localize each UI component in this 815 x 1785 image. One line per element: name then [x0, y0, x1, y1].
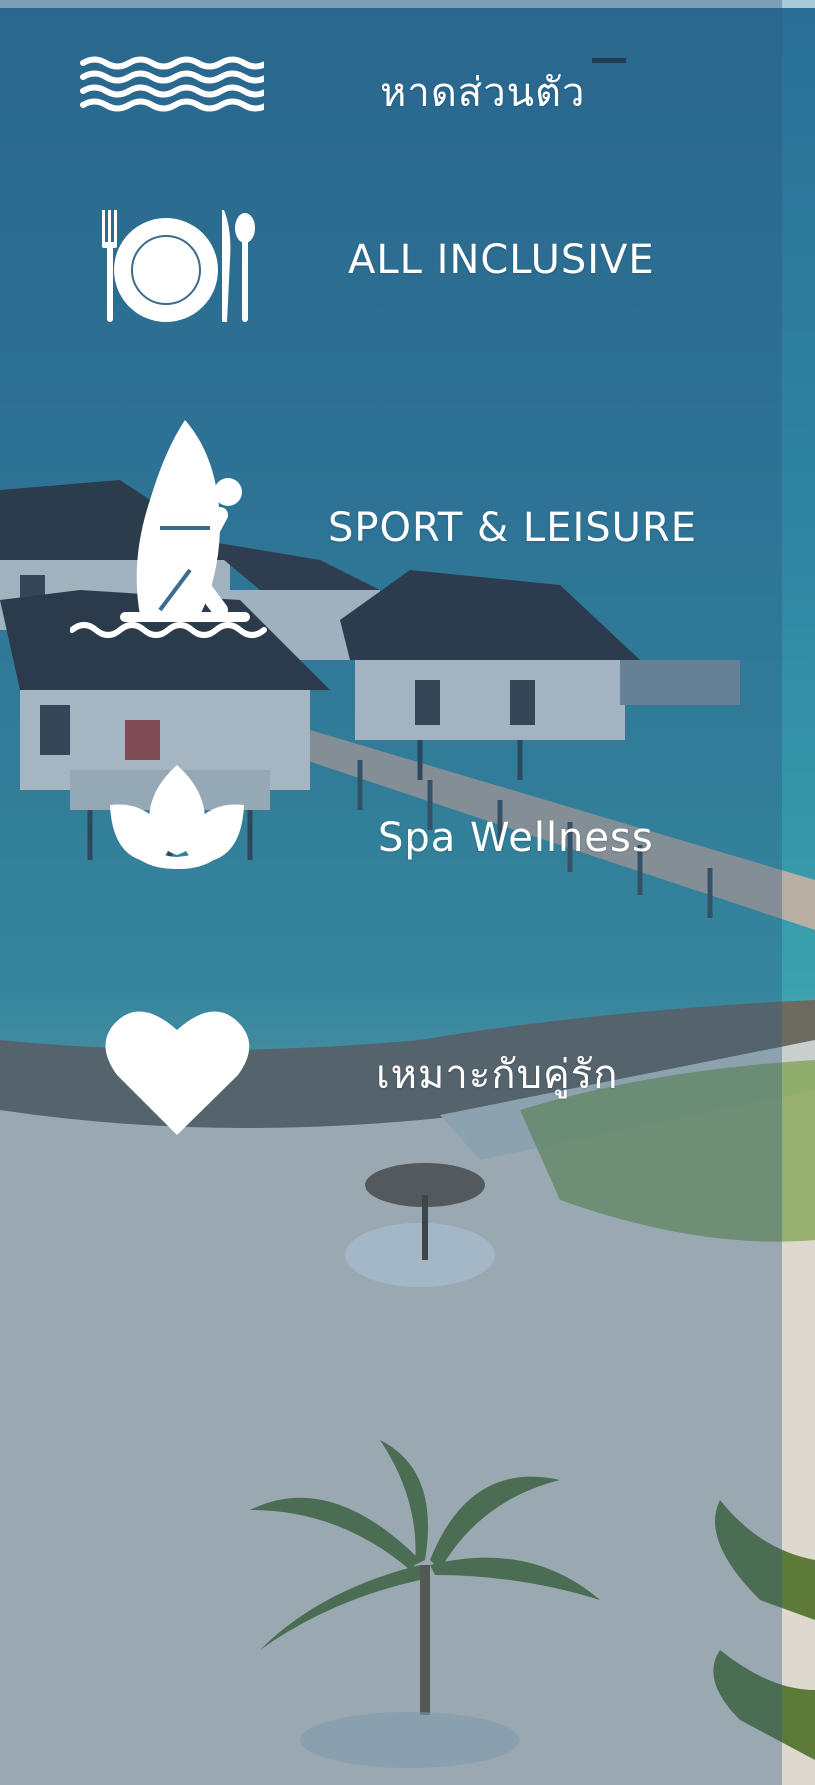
feature-label: Spa Wellness — [378, 815, 654, 861]
feature-sport-leisure: SPORT & LEISURE — [0, 420, 782, 640]
feature-couples: เหมาะกับคู่รัก — [0, 1000, 782, 1140]
plate-cutlery-icon — [100, 210, 260, 329]
feature-private-beach: หาดส่วนตัว — [0, 40, 782, 130]
feature-label: SPORT & LEISURE — [328, 505, 698, 551]
heart-icon — [105, 1005, 250, 1141]
feature-label: หาดส่วนตัว — [380, 70, 586, 116]
feature-spa-wellness: Spa Wellness — [0, 760, 782, 870]
feature-label: เหมาะกับคู่รัก — [376, 1052, 619, 1098]
windsurfer-icon — [69, 420, 275, 644]
feature-all-inclusive: ALL INCLUSIVE — [0, 205, 782, 325]
lotus-icon — [110, 765, 245, 874]
waves-icon — [80, 55, 270, 119]
feature-label: ALL INCLUSIVE — [348, 237, 655, 283]
